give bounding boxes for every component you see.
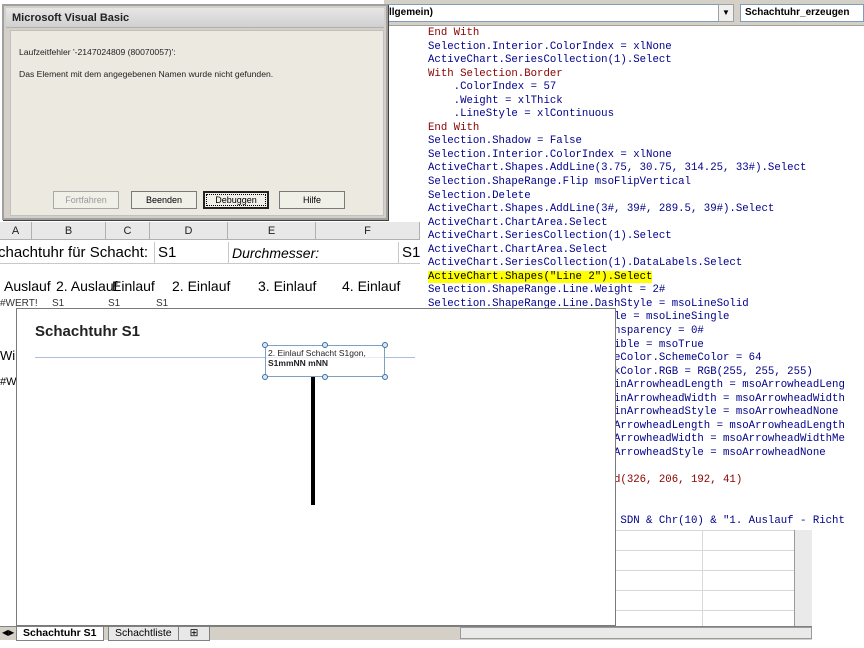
error-code-text: Laufzeitfehler '-2147024809 (80070057)': [19,47,176,57]
chart-textbox[interactable]: 2. Einlauf Schacht S1gon, S1mmNN mNN [265,345,385,377]
code-line[interactable]: Selection.ShapeRange.Line.Weight = 2# [428,284,864,298]
dialog-body: Laufzeitfehler '-2147024809 (80070057)':… [10,30,384,216]
code-line[interactable]: Selection.ShapeRange.Flip msoFlipVertica… [428,176,864,190]
selection-handle[interactable] [262,342,268,348]
column-header-row: A B C D E F [0,222,420,240]
column-header-f[interactable]: F [316,222,420,239]
vba-combo-bar: llgemein) ▼ Schachtuhr_erzeugen [384,0,864,26]
code-line[interactable]: ActiveChart.Shapes.AddLine(3#, 39#, 289.… [428,203,864,217]
selection-handle[interactable] [382,374,388,380]
code-line[interactable]: ActiveChart.SeriesCollection(1).DataLabe… [428,257,864,271]
textbox-line-2: S1mmNN mNN [268,358,328,368]
selection-handle[interactable] [322,342,328,348]
selection-handle[interactable] [382,342,388,348]
code-line[interactable]: .ColorIndex = 57 [428,81,864,95]
column-header-c[interactable]: C [106,222,150,239]
title-row: chachtuhr für Schacht: S1 Durchmesser: S… [0,242,420,264]
diameter-label: Durchmesser: [232,245,320,261]
label-3-einlauf: 3. Einlauf [258,278,317,294]
selection-handle[interactable] [262,374,268,380]
procedure-combobox[interactable]: Schachtuhr_erzeugen [740,4,864,22]
error-dialog: Microsoft Visual Basic Laufzeitfehler '-… [2,4,388,220]
label-auslauf: Auslauf [4,278,51,294]
chevron-down-icon[interactable]: ▼ [718,4,734,22]
code-line[interactable]: ActiveChart.ChartArea.Select [428,217,864,231]
column-header-a[interactable]: A [0,222,32,239]
dialog-title[interactable]: Microsoft Visual Basic [6,8,384,28]
sheet-tab-schachtliste[interactable]: Schachtliste [108,627,179,641]
code-line[interactable]: With Selection.Border [428,68,864,82]
label-einlauf: Einlauf [112,278,155,294]
tab-nav-icon[interactable]: ◀▶ [2,628,14,637]
code-line[interactable]: End With [428,122,864,136]
code-line[interactable]: Selection.Shadow = False [428,135,864,149]
code-line[interactable]: .Weight = xlThick [428,95,864,109]
shaft-name-value[interactable]: S1 [158,244,176,261]
column-header-b[interactable]: B [32,222,106,239]
selection-handle[interactable] [322,374,328,380]
label-4-einlauf: 4. Einlauf [342,278,401,294]
code-line[interactable]: Selection.Delete [428,190,864,204]
code-line[interactable]: ActiveChart.Shapes.AddLine(3.75, 30.75, … [428,162,864,176]
code-line[interactable]: Selection.Interior.ColorIndex = xlNone [428,41,864,55]
labels-row: Auslauf 2. Auslauf Einlauf 2. Einlauf 3.… [0,276,420,298]
debug-button[interactable]: Debuggen [203,191,269,209]
textbox-line-1: 2. Einlauf Schacht S1gon, [268,348,366,358]
code-line[interactable]: ActiveChart.SeriesCollection(1).Select [428,54,864,68]
chart-title: Schachtuhr S1 [35,323,141,340]
horizontal-scrollbar[interactable] [460,627,812,639]
label-2-einlauf: 2. Einlauf [172,278,231,294]
sheet-title-text: chachtuhr für Schacht: [0,244,149,261]
shaft-line[interactable] [311,377,315,505]
sheet-tab-schachtuhr[interactable]: Schachtuhr S1 [16,627,104,641]
code-line[interactable]: .LineStyle = xlContinuous [428,108,864,122]
screen: llgemein) ▼ Schachtuhr_erzeugen End With… [0,0,864,648]
object-combobox[interactable]: llgemein) [384,4,734,22]
end-button[interactable]: Beenden [131,191,197,209]
sheet-grid-right [606,530,794,626]
column-header-e[interactable]: E [228,222,316,239]
error-message-text: Das Element mit dem angegebenen Namen wu… [19,69,274,79]
chart-area[interactable]: Schachtuhr S1 2. Einlauf Schacht S1gon, … [16,308,616,626]
vertical-scrollbar[interactable] [794,530,812,626]
label-2-auslauf: 2. Auslauf [56,278,118,294]
code-line[interactable]: Selection.Interior.ColorIndex = xlNone [428,149,864,163]
column-header-d[interactable]: D [150,222,228,239]
side-fragment-2: #W [0,376,17,388]
code-line[interactable]: ActiveChart.Shapes("Line 2").Select [428,270,864,285]
continue-button[interactable]: Fortfahren [53,191,119,209]
code-line[interactable]: ActiveChart.ChartArea.Select [428,244,864,258]
new-sheet-icon[interactable]: ⊞ [178,627,210,641]
side-fragment-1: Wi [0,348,16,363]
code-line[interactable]: End With [428,27,864,41]
shaft-name-right: S1 [402,244,421,261]
help-button[interactable]: Hilfe [279,191,345,209]
code-line[interactable]: ActiveChart.SeriesCollection(1).Select [428,230,864,244]
